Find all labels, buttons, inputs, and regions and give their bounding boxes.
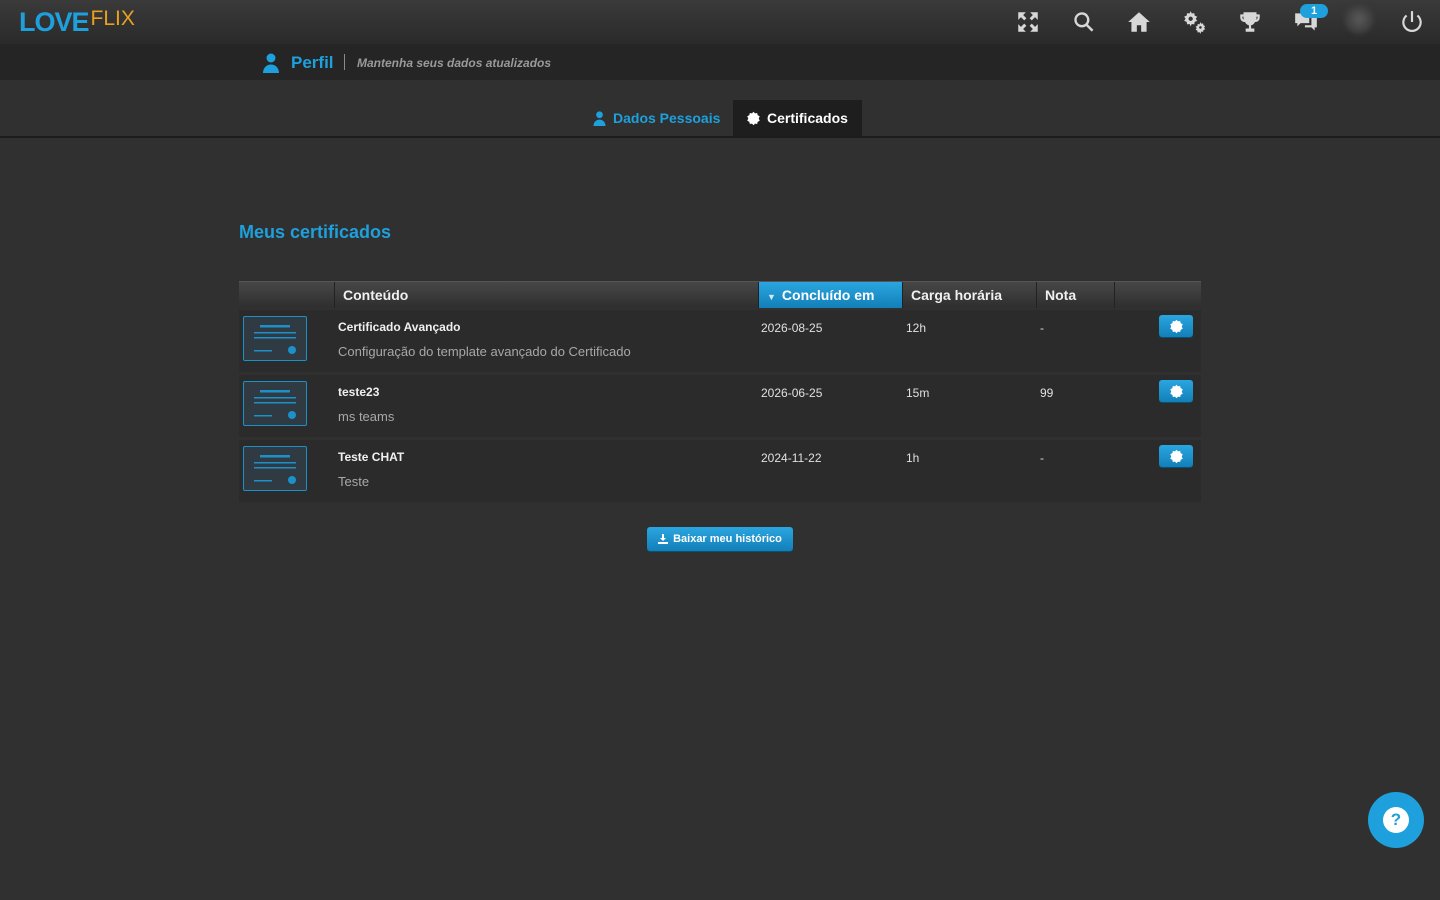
title-divider: [344, 54, 345, 70]
certificate-icon: [254, 390, 296, 419]
table-header: Conteúdo ▼ Concluído em Carga horária Not…: [239, 281, 1201, 308]
completed-date: 2026-06-25: [761, 386, 823, 400]
badge-icon: [1169, 384, 1183, 398]
power-icon[interactable]: [1398, 8, 1426, 36]
search-icon[interactable]: [1070, 8, 1098, 36]
table-row: Certificado Avançado Configuração do tem…: [239, 310, 1201, 372]
download-icon: [658, 534, 669, 544]
certificate-thumbnail: [243, 381, 307, 426]
table-row: teste23 ms teams 2026-06-25 15m 99: [239, 375, 1201, 437]
app-logo[interactable]: LOVE FLIX: [19, 7, 135, 37]
workload: 12h: [906, 321, 927, 335]
workload: 1h: [906, 451, 920, 465]
certificate-description: Configuração do template avançado do Cer…: [338, 344, 631, 359]
tab-certificados[interactable]: Certificados: [733, 100, 862, 136]
certificate-title: Certificado Avançado: [338, 320, 461, 334]
notification-badge: 1: [1300, 4, 1328, 18]
column-header-nota[interactable]: Nota: [1036, 282, 1114, 308]
certificate-description: Teste: [338, 474, 370, 489]
download-history-button[interactable]: Baixar meu histórico: [647, 527, 793, 551]
table-row: Teste CHAT Teste 2024-11-22 1h -: [239, 440, 1201, 502]
badge-icon: [747, 111, 760, 125]
column-header-actions: [1114, 282, 1201, 308]
grade: 99: [1040, 386, 1054, 400]
column-header-thumb: [239, 282, 334, 308]
certificate-icon: [254, 455, 296, 484]
logo-primary: LOVE: [19, 7, 90, 37]
tab-dados-pessoais[interactable]: Dados Pessoais: [580, 100, 732, 136]
section-title: Meus certificados: [239, 222, 392, 242]
avatar[interactable]: [1344, 4, 1374, 34]
download-history-label: Baixar meu histórico: [673, 533, 782, 545]
trophy-icon[interactable]: [1236, 8, 1264, 36]
badge-icon: [1169, 449, 1183, 463]
sort-desc-icon: ▼: [767, 292, 776, 302]
grade: -: [1040, 321, 1044, 335]
view-certificate-button[interactable]: [1159, 380, 1193, 402]
column-header-carga[interactable]: Carga horária: [902, 282, 1036, 308]
page-subtitle: Mantenha seus dados atualizados: [357, 56, 552, 70]
certificate-description: ms teams: [338, 409, 395, 424]
column-header-conteudo[interactable]: Conteúdo: [334, 282, 758, 308]
top-bar: LOVE FLIX 1: [0, 0, 1440, 44]
certificate-thumbnail: [243, 316, 307, 361]
tab-strip: Dados Pessoais Certificados: [0, 80, 1440, 138]
column-header-label: Concluído em: [781, 287, 875, 303]
certificate-thumbnail: [243, 446, 307, 491]
settings-icon[interactable]: [1181, 8, 1209, 36]
logo-secondary: FLIX: [90, 7, 135, 30]
workload: 15m: [906, 386, 930, 400]
user-icon: [593, 110, 606, 126]
completed-date: 2026-08-25: [761, 321, 823, 335]
help-icon: ?: [1383, 807, 1409, 833]
home-icon[interactable]: [1125, 8, 1153, 36]
profile-header: Perfil Mantenha seus dados atualizados: [0, 44, 1440, 80]
page-title: Perfil: [291, 53, 334, 72]
column-header-concluido[interactable]: ▼ Concluído em: [758, 282, 902, 308]
view-certificate-button[interactable]: [1159, 445, 1193, 467]
certificates-table: Conteúdo ▼ Concluído em Carga horária Not…: [239, 281, 1201, 502]
help-button[interactable]: ?: [1368, 792, 1424, 848]
badge-icon: [1169, 319, 1183, 333]
grade: -: [1040, 451, 1044, 465]
user-icon: [263, 53, 279, 73]
view-certificate-button[interactable]: [1159, 315, 1193, 337]
certificate-title: Teste CHAT: [338, 450, 405, 464]
tab-label: Dados Pessoais: [613, 110, 721, 126]
tab-label: Certificados: [767, 110, 848, 126]
fullscreen-icon[interactable]: [1014, 8, 1042, 36]
certificate-title: teste23: [338, 385, 380, 399]
completed-date: 2024-11-22: [761, 451, 822, 465]
certificate-icon: [254, 325, 296, 354]
